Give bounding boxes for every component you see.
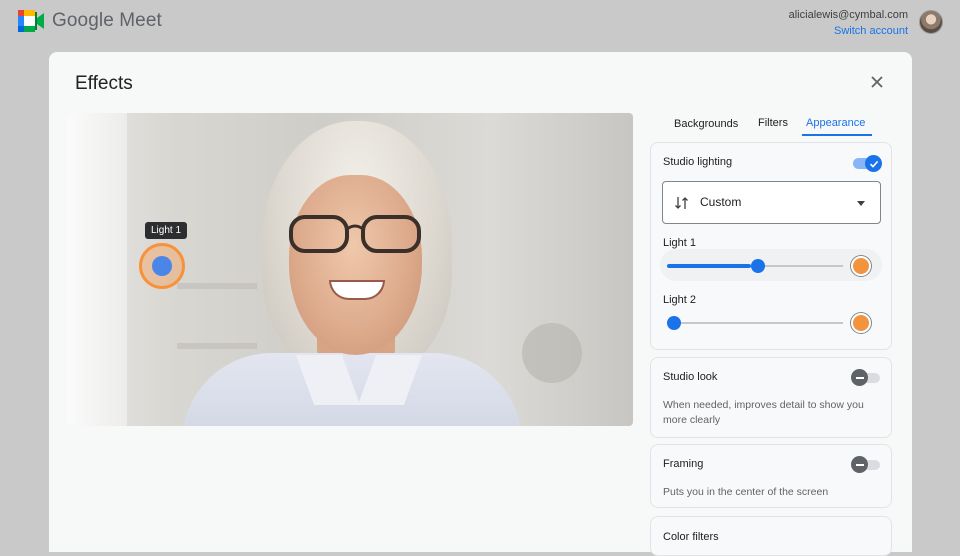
lighting-mode-value: Custom — [700, 195, 742, 209]
framing-description: Puts you in the center of the screen — [663, 486, 829, 498]
effects-dialog: Effects Light 1 Backgrounds Filters Appe… — [49, 52, 912, 556]
background-shelf — [177, 283, 257, 289]
toggle-knob — [851, 456, 868, 473]
tune-arrows-icon — [675, 197, 688, 209]
chevron-down-icon — [857, 201, 865, 206]
color-filters-card: Color filters — [650, 516, 892, 556]
toggle-knob — [865, 155, 882, 172]
light-tooltip: Light 1 — [145, 222, 188, 239]
dialog-title: Effects — [75, 73, 133, 94]
camera-preview: Light 1 — [67, 113, 633, 426]
lighting-mode-select[interactable]: Custom — [662, 181, 881, 224]
tab-appearance[interactable]: Appearance — [806, 117, 865, 129]
light-2-label: Light 2 — [663, 294, 697, 306]
tab-filters[interactable]: Filters — [758, 117, 788, 129]
glasses — [289, 215, 421, 253]
close-button[interactable] — [867, 72, 887, 92]
slider-thumb[interactable] — [751, 259, 766, 273]
avatar[interactable] — [919, 10, 943, 34]
light-1-label: Light 1 — [663, 237, 697, 249]
light-1-slider[interactable] — [667, 259, 843, 273]
framing-title: Framing — [663, 458, 704, 470]
account-info: alicialewis@cymbal.com Switch account — [789, 9, 908, 37]
check-icon — [869, 160, 878, 168]
tab-backgrounds[interactable]: Backgrounds — [674, 118, 738, 130]
google-meet-logo-icon — [18, 10, 44, 32]
framing-card: Framing Puts you in the center of the sc… — [650, 444, 892, 508]
background-shelf — [177, 343, 257, 349]
framing-toggle[interactable] — [851, 456, 881, 473]
active-tab-indicator — [802, 134, 872, 136]
background-plant — [522, 323, 582, 383]
studio-lighting-title: Studio lighting — [663, 156, 733, 168]
top-bar: Google Meet alicialewis@cymbal.com Switc… — [0, 0, 960, 52]
slider-fill — [667, 264, 752, 268]
switch-account-link[interactable]: Switch account — [789, 25, 908, 37]
studio-look-card: Studio look When needed, improves detail… — [650, 357, 892, 438]
account-email: alicialewis@cymbal.com — [788, 9, 908, 21]
close-icon — [871, 76, 883, 88]
light-1-position-handle[interactable] — [139, 243, 185, 289]
color-filters-title: Color filters — [663, 531, 719, 543]
light-1-color-swatch[interactable] — [851, 256, 871, 276]
light-2-slider[interactable] — [667, 316, 843, 330]
studio-lighting-toggle[interactable] — [853, 155, 882, 172]
person-face — [289, 175, 422, 355]
slider-thumb[interactable] — [667, 316, 681, 330]
studio-lighting-card: Studio lighting Custom Light 1 Light 2 — [650, 142, 892, 350]
studio-look-description: When needed, improves detail to show you… — [663, 399, 864, 426]
light-handle-dot — [152, 256, 172, 276]
toggle-knob — [851, 369, 868, 386]
studio-look-title: Studio look — [663, 371, 718, 383]
background-window — [67, 113, 127, 426]
slider-rail — [667, 322, 843, 324]
studio-look-toggle[interactable] — [851, 369, 881, 386]
light-2-color-swatch[interactable] — [851, 313, 871, 333]
app-brand: Google Meet — [52, 10, 162, 31]
